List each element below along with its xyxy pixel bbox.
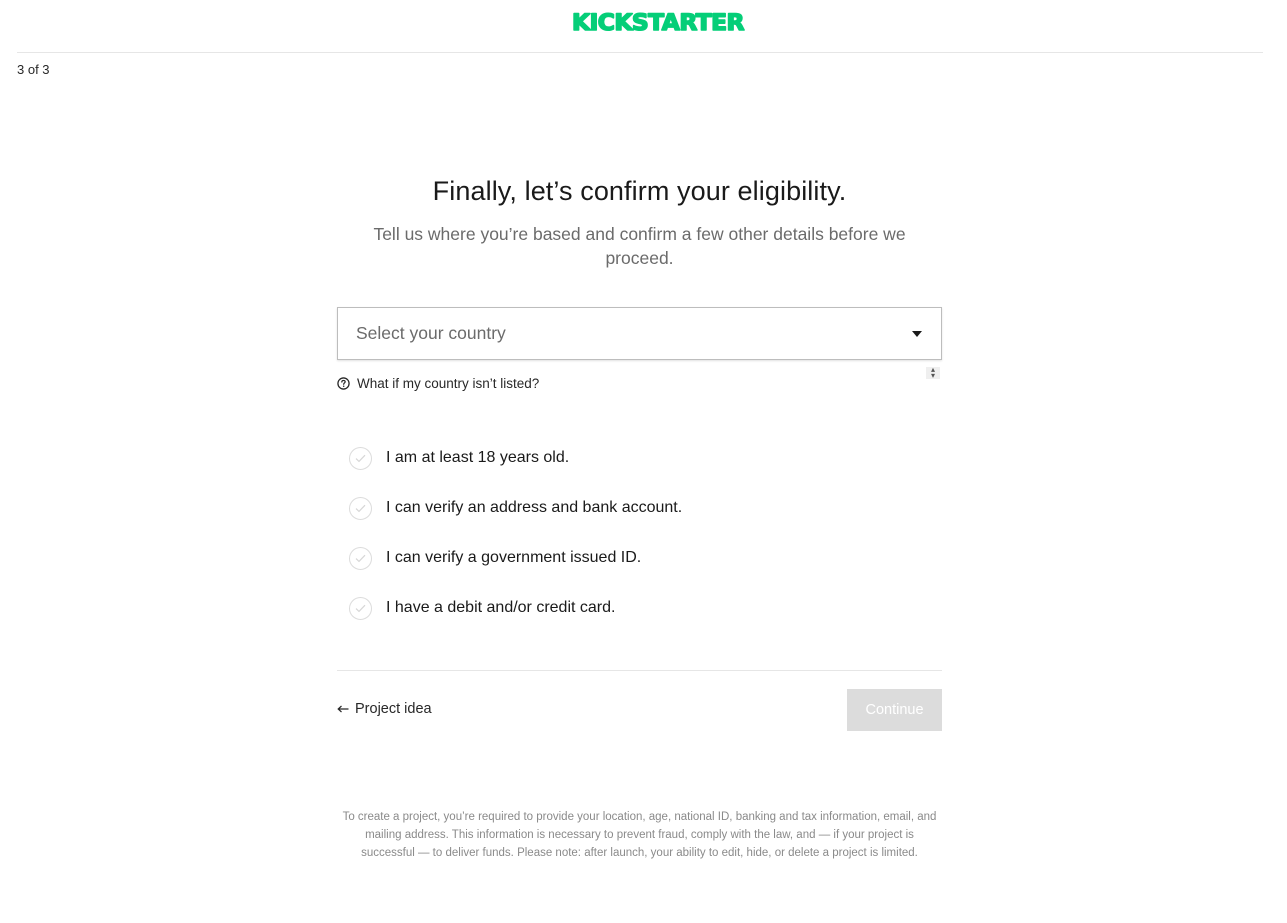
checklist-item-age[interactable]: I am at least 18 years old. bbox=[349, 433, 682, 483]
back-link-label: Project idea bbox=[355, 701, 432, 717]
country-select[interactable]: Select your country bbox=[337, 307, 942, 360]
checklist-item-government-id[interactable]: I can verify a government issued ID. bbox=[349, 533, 682, 583]
select-spinner-icon[interactable]: ▴ ▾ bbox=[926, 366, 940, 380]
question-circle-icon bbox=[337, 377, 350, 390]
back-to-project-idea-link[interactable]: Project idea bbox=[337, 701, 432, 717]
check-icon[interactable] bbox=[349, 546, 372, 570]
eligibility-checklist: I am at least 18 years old. I can verify… bbox=[349, 433, 682, 633]
chevron-down-icon bbox=[912, 331, 922, 337]
arrow-left-icon bbox=[337, 705, 349, 713]
page-title: Finally, let’s confirm your eligibility. bbox=[432, 176, 847, 206]
step-indicator: 3 of 3 bbox=[17, 62, 50, 77]
check-icon[interactable] bbox=[349, 496, 372, 520]
page-header: KICKSTARTER bbox=[0, 0, 1287, 53]
eligibility-form: Finally, let’s confirm your eligibility.… bbox=[337, 170, 942, 859]
checklist-item-bank-account[interactable]: I can verify an address and bank account… bbox=[349, 483, 682, 533]
page-subtitle: Tell us where you’re based and confirm a… bbox=[373, 224, 906, 268]
country-select-placeholder: Select your country bbox=[356, 323, 506, 343]
header-divider bbox=[17, 52, 1263, 53]
logo-text: KICKSTARTER bbox=[572, 11, 745, 34]
checklist-item-card[interactable]: I have a debit and/or credit card. bbox=[349, 583, 682, 633]
country-not-listed-label: What if my country isn’t listed? bbox=[357, 376, 540, 391]
checklist-label: I can verify a government issued ID. bbox=[386, 549, 642, 566]
form-divider bbox=[337, 670, 942, 671]
country-not-listed-link[interactable]: What if my country isn’t listed? bbox=[337, 376, 539, 391]
checklist-label: I can verify an address and bank account… bbox=[386, 499, 683, 516]
checklist-label: I am at least 18 years old. bbox=[386, 449, 570, 466]
disclaimer-text: To create a project, you’re required to … bbox=[342, 811, 937, 859]
check-icon[interactable] bbox=[349, 446, 372, 470]
checklist-label: I have a debit and/or credit card. bbox=[386, 599, 616, 616]
check-icon[interactable] bbox=[349, 596, 372, 620]
kickstarter-logo[interactable]: KICKSTARTER bbox=[570, 10, 746, 34]
continue-button[interactable]: Continue bbox=[847, 689, 942, 731]
